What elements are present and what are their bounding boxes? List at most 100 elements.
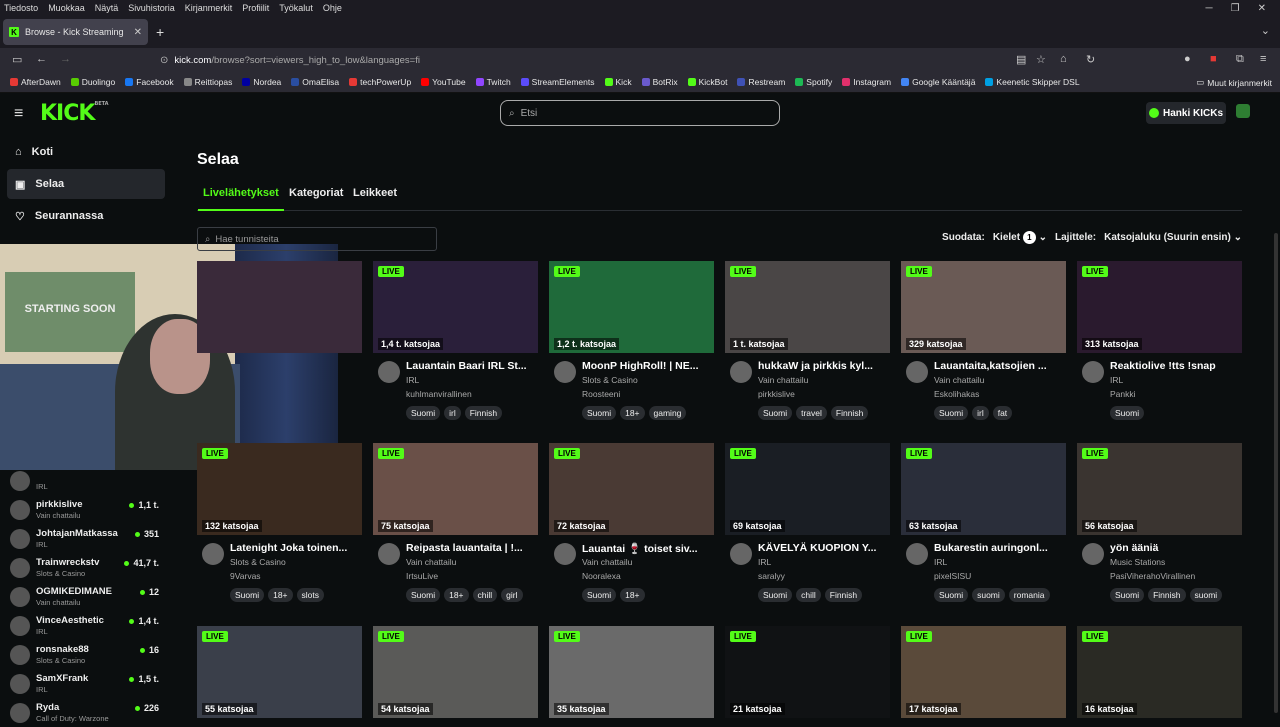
bookmark-item[interactable]: Google Kääntäjä — [901, 77, 975, 87]
sidebar-channel[interactable]: JohtajanMatkassa IRL 351 — [10, 525, 165, 553]
bookmark-item[interactable]: Reittiopas — [183, 77, 232, 87]
sidebar-channel[interactable]: pirkkislive Vain chattailu 1,1 t. — [10, 496, 165, 524]
bookmark-item[interactable]: YouTube — [421, 77, 466, 87]
stream-title[interactable]: Reaktiolive !tts !snap — [1110, 360, 1242, 372]
streamer-avatar[interactable] — [906, 361, 928, 383]
stream-thumbnail[interactable]: LIVE 21 katsojaa — [725, 626, 890, 718]
stream-tag[interactable]: girl — [501, 588, 523, 602]
sidebar-channel[interactable]: VinceAesthetic IRL 1,4 t. — [10, 612, 165, 640]
stream-title[interactable]: MoonP HighRoll! | NE... — [582, 360, 714, 372]
adblock-icon[interactable]: ■ — [1210, 53, 1217, 65]
bookmark-item[interactable]: Facebook — [125, 77, 174, 87]
stream-thumbnail[interactable]: LIVE 17 katsojaa — [901, 626, 1066, 718]
sidebar-channel[interactable]: SamXFrank IRL 1,5 t. — [10, 670, 165, 698]
stream-thumbnail[interactable] — [197, 261, 362, 353]
stream-tag[interactable]: Suomi — [1110, 406, 1145, 420]
stream-category[interactable]: IRL — [934, 557, 947, 567]
stream-category[interactable]: Vain chattailu — [406, 557, 456, 567]
stream-tag[interactable]: Finnish — [824, 588, 863, 602]
stream-thumbnail[interactable]: LIVE 69 katsojaa — [725, 443, 890, 535]
stream-tag[interactable]: chill — [472, 588, 498, 602]
menu-item[interactable]: Tiedosto — [4, 3, 38, 13]
streamer-avatar[interactable] — [730, 361, 752, 383]
stream-thumbnail[interactable]: LIVE 1 t. katsojaa — [725, 261, 890, 353]
stream-category[interactable]: IRL — [758, 557, 771, 567]
stream-title[interactable]: Lauantain Baari IRL St... — [406, 360, 538, 372]
stream-tag[interactable]: chill — [796, 588, 821, 602]
bookmark-item[interactable]: OmaElisa — [291, 77, 339, 87]
stream-tag[interactable]: slots — [296, 588, 324, 602]
new-tab-icon[interactable]: + — [156, 24, 164, 40]
streamer-name[interactable]: Pankki — [1110, 389, 1136, 399]
languages-dropdown[interactable]: Kielet 1 ⌄ — [993, 231, 1047, 244]
streamer-avatar[interactable] — [378, 361, 400, 383]
sidebar-nav-koti[interactable]: ⌂ Koti — [7, 137, 165, 167]
stream-tag[interactable]: Suomi — [758, 588, 793, 602]
tag-filter-input[interactable]: ⌕ Hae tunnisteita — [197, 227, 437, 251]
bookmark-item[interactable]: Kick — [604, 77, 632, 87]
stream-thumbnail[interactable]: LIVE 63 katsojaa — [901, 443, 1066, 535]
sidebar-channel[interactable]: OGMIKEDIMANE Vain chattailu 12 — [10, 583, 165, 611]
stream-tag[interactable]: Suomi — [406, 588, 441, 602]
streamer-name[interactable]: Eskolihakas — [934, 389, 979, 399]
stream-tag[interactable]: 18+ — [620, 588, 645, 602]
tab-close-icon[interactable]: ✕ — [134, 27, 142, 38]
browser-tab[interactable]: K Browse - Kick Streaming ✕ — [3, 19, 148, 45]
stream-category[interactable]: IRL — [406, 375, 419, 385]
menu-item[interactable]: Näytä — [95, 3, 119, 13]
hamburger-menu-icon[interactable]: ≡ — [14, 105, 23, 123]
app-menu-icon[interactable]: ≡ — [1260, 53, 1266, 65]
stream-thumbnail[interactable]: LIVE 1,4 t. katsojaa — [373, 261, 538, 353]
stream-thumbnail[interactable]: LIVE 35 katsojaa — [549, 626, 714, 718]
streamer-avatar[interactable] — [1082, 361, 1104, 383]
stream-tag[interactable]: gaming — [648, 406, 687, 420]
stream-title[interactable]: yön ääniä — [1110, 542, 1242, 554]
stream-tag[interactable]: suomi — [972, 588, 1005, 602]
sidebar-toggle-icon[interactable]: ▭ — [12, 53, 22, 66]
restore-icon[interactable]: ❐ — [1231, 3, 1240, 14]
streamer-avatar[interactable] — [906, 543, 928, 565]
streamer-name[interactable]: PasiViherahoVirallinen — [1110, 571, 1195, 581]
tab-categories[interactable]: Kategoriat — [284, 187, 348, 211]
extension-icon[interactable]: ● — [1184, 53, 1191, 65]
menu-item[interactable]: Työkalut — [279, 3, 313, 13]
stream-tag[interactable]: Suomi — [582, 406, 617, 420]
stream-tag[interactable]: romania — [1008, 588, 1050, 602]
streamer-avatar[interactable] — [378, 543, 400, 565]
stream-tag[interactable]: Suomi — [582, 588, 617, 602]
streamer-avatar[interactable] — [730, 543, 752, 565]
bookmark-item[interactable]: BotRix — [641, 77, 678, 87]
stream-tag[interactable]: Suomi — [758, 406, 793, 420]
stream-category[interactable]: Slots & Casino — [230, 557, 286, 567]
page-scrollbar[interactable] — [1274, 233, 1278, 713]
sort-dropdown[interactable]: Katsojaluku (Suurin ensin) ⌄ — [1104, 232, 1242, 243]
stream-tag[interactable]: irl — [444, 406, 461, 420]
stream-title[interactable]: KÄVELYÄ KUOPION Y... — [758, 542, 890, 554]
streamer-name[interactable]: Nooralexa — [582, 571, 621, 581]
menu-item[interactable]: Ohje — [323, 3, 342, 13]
bookmark-item[interactable]: StreamElements — [520, 77, 595, 87]
streamer-name[interactable]: Roosteeni — [582, 389, 620, 399]
sidebar-channel[interactable]: IRL — [10, 467, 165, 495]
sidebar-channel[interactable]: Ryda Call of Duty: Warzone 226 — [10, 699, 165, 727]
stream-thumbnail[interactable]: LIVE 75 katsojaa — [373, 443, 538, 535]
stream-title[interactable]: hukkaW ja pirkkis kyl... — [758, 360, 890, 372]
stream-tag[interactable]: Suomi — [934, 588, 969, 602]
bookmark-item[interactable]: techPowerUp — [349, 77, 411, 87]
stream-thumbnail[interactable]: LIVE 16 katsojaa — [1077, 626, 1242, 718]
user-avatar[interactable] — [1236, 104, 1250, 118]
forward-icon[interactable]: → — [60, 53, 71, 65]
search-input[interactable]: ⌕ Etsi — [500, 100, 780, 126]
menu-item[interactable]: Kirjanmerkit — [185, 3, 233, 13]
stream-thumbnail[interactable]: LIVE 313 katsojaa — [1077, 261, 1242, 353]
stream-tag[interactable]: irl — [972, 406, 989, 420]
bookmark-item[interactable]: Nordea — [242, 77, 281, 87]
stream-tag[interactable]: Finnish — [464, 406, 503, 420]
bookmark-item[interactable]: Twitch — [475, 77, 511, 87]
stream-tag[interactable]: Suomi — [230, 588, 265, 602]
stream-title[interactable]: Latenight Joka toinen... — [230, 542, 362, 554]
streamer-name[interactable]: pixelSISU — [934, 571, 971, 581]
streamer-avatar[interactable] — [202, 543, 224, 565]
sidebar-nav-selaa[interactable]: ▣ Selaa — [7, 169, 165, 199]
streamer-name[interactable]: kuhlmanvirallinen — [406, 389, 472, 399]
